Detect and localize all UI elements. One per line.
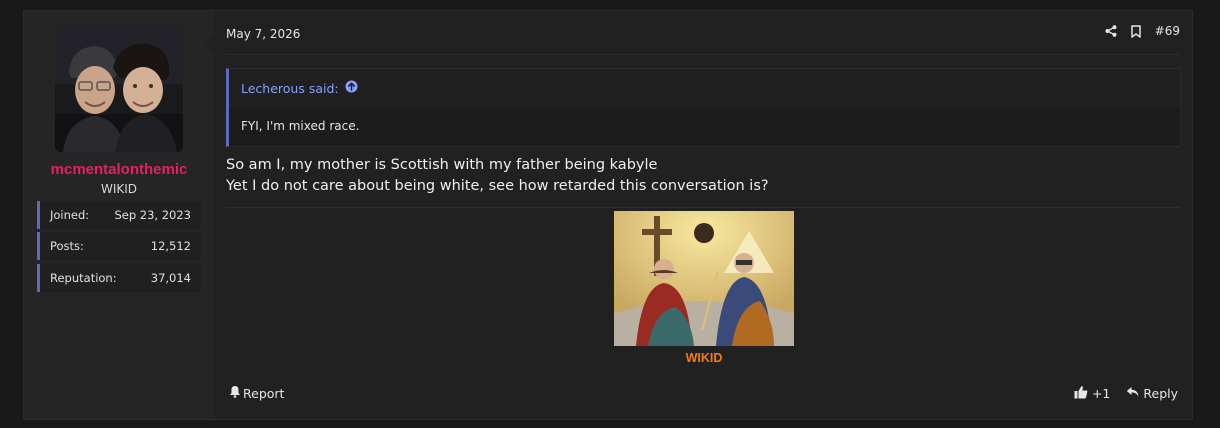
stat-label: Posts: [50,239,84,253]
like-button[interactable]: +1 [1074,385,1110,402]
signature-text: WIKID [685,351,723,365]
username-link[interactable]: mcmentalonthemic [24,161,214,178]
post-date[interactable]: May 7, 2026 [226,27,300,41]
message-line: Yet I do not care about being white, see… [226,178,769,194]
message-line: So am I, my mother is Scottish with my f… [226,157,658,173]
bell-icon [229,385,241,401]
like-count: +1 [1091,386,1111,401]
avatar[interactable] [55,24,183,152]
quote-author[interactable]: Lecherous said: [241,81,339,96]
user-info-panel: mcmentalonthemic WIKID Joined: Sep 23, 2… [24,11,214,419]
report-label: Report [243,385,285,401]
stat-value: Sep 23, 2023 [114,208,191,222]
message-post: mcmentalonthemic WIKID Joined: Sep 23, 2… [23,10,1193,420]
stat-label: Joined: [50,208,90,222]
stat-reputation: Reputation: 37,014 [37,264,201,292]
message-body: So am I, my mother is Scottish with my f… [226,155,769,197]
arrow-up-circle-icon[interactable] [345,80,358,96]
reply-button[interactable]: Reply [1126,386,1178,401]
post-actions: #69 [1105,24,1180,38]
reply-label: Reply [1143,386,1178,401]
stat-value[interactable]: 12,512 [151,239,191,253]
message-main: May 7, 2026 #69 Lecherous said: FYI, I'm… [215,11,1192,419]
report-button[interactable]: Report [229,385,284,401]
signature-divider [226,207,1180,208]
signature-image[interactable] [614,211,794,346]
bookmark-icon[interactable] [1130,24,1141,38]
quote-header[interactable]: Lecherous said: [229,69,1180,107]
stat-value: 37,014 [150,271,191,285]
quote-block: Lecherous said: FYI, I'm mixed race. [226,68,1181,147]
stat-joined: Joined: Sep 23, 2023 [37,201,201,229]
reply-icon [1126,386,1139,401]
share-icon[interactable] [1105,25,1117,37]
post-footer-actions: +1 Reply [1074,385,1178,402]
stat-posts: Posts: 12,512 [37,232,201,260]
user-title: WIKID [100,182,138,196]
thumbs-up-icon [1074,385,1088,402]
divider [226,54,1180,55]
post-number-link[interactable]: #69 [1155,24,1180,38]
quote-content: FYI, I'm mixed race. [241,119,360,133]
stat-label: Reputation: [50,271,117,285]
user-arrow [205,35,215,55]
